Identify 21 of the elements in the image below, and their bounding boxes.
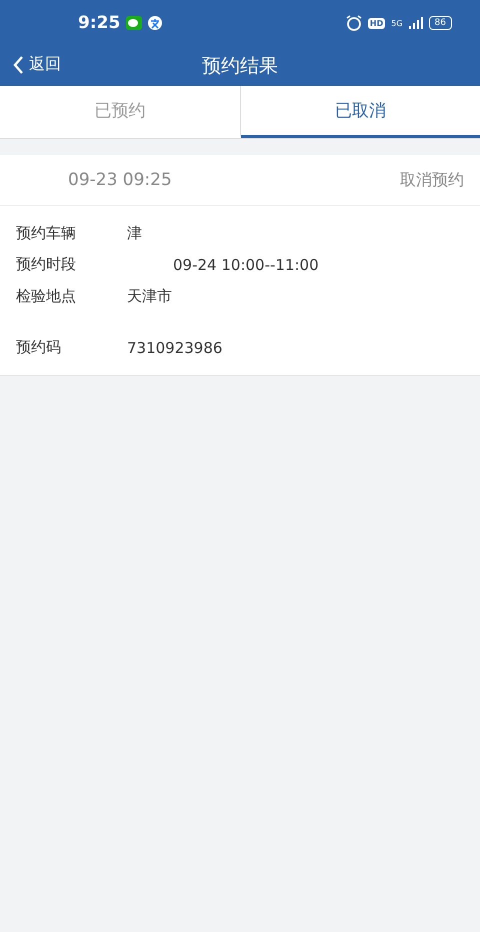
- field-label: 检验地点: [16, 287, 77, 306]
- hd-badge: HD: [368, 18, 386, 28]
- network-label: 5G: [391, 18, 403, 28]
- page-title: 预约结果: [202, 54, 278, 79]
- battery-indicator: 86: [428, 16, 452, 30]
- signal-icon: [408, 17, 423, 29]
- field-value: 津: [127, 224, 142, 243]
- chat-icon: [126, 16, 142, 30]
- field-value: 09-24 10:00--11:00: [173, 256, 319, 274]
- field-label: 预约码: [16, 338, 62, 357]
- clock: 9:25: [78, 13, 120, 33]
- back-chevron-icon[interactable]: [12, 54, 24, 74]
- record-datetime: 09-23 09:25: [68, 170, 172, 190]
- alarm-icon: [346, 15, 362, 31]
- field-value: 7310923986: [127, 338, 222, 356]
- field-label: 预约车辆: [16, 224, 77, 243]
- app-icon: [148, 16, 162, 30]
- field-value: 天津市: [127, 287, 172, 306]
- back-button[interactable]: 返回: [12, 54, 61, 75]
- field-label: 预约时段: [16, 255, 77, 274]
- cancel-link[interactable]: 取消预约: [400, 170, 464, 190]
